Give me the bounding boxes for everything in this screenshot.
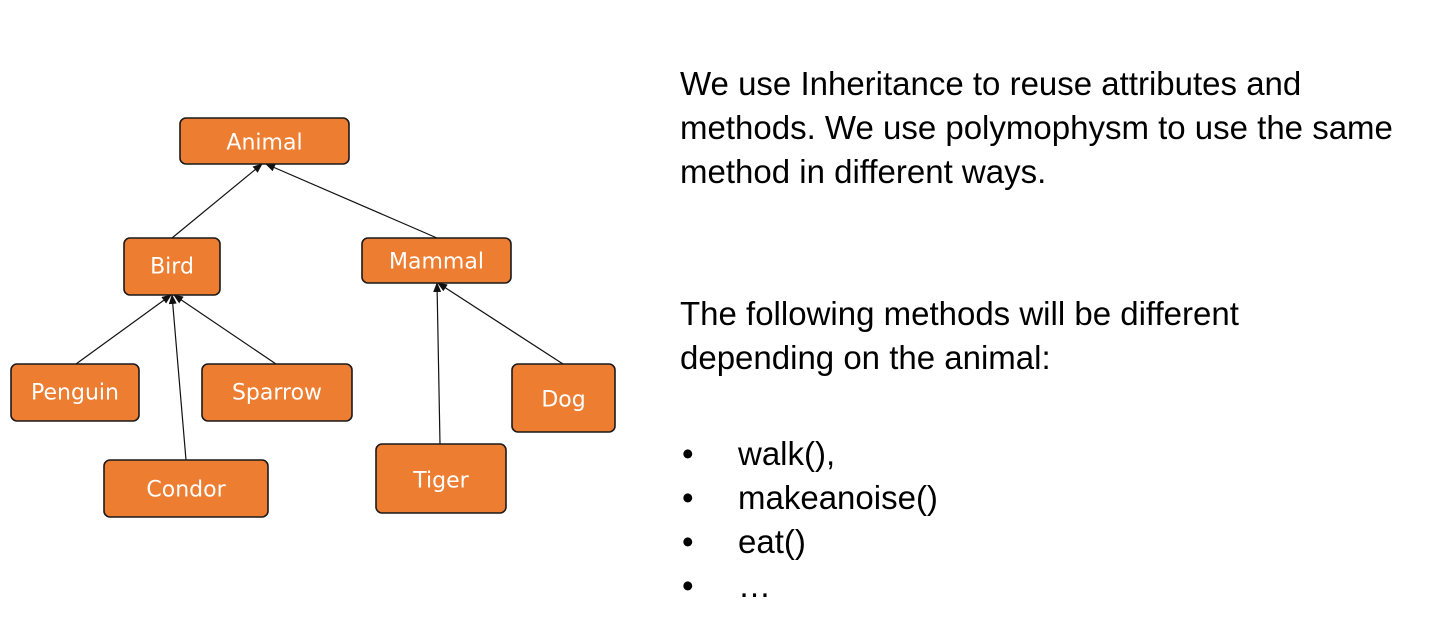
bullet-icon: • (682, 523, 694, 560)
node-bird: Bird (123, 237, 221, 296)
inheritance-paragraph: We use Inheritance to reuse attributes a… (680, 65, 1393, 190)
node-condor: Condor (103, 459, 269, 518)
node-tiger: Tiger (375, 443, 507, 514)
node-penguin-label: Penguin (31, 381, 119, 406)
edge-dog-to-mammal (437, 282, 564, 365)
node-animal: Animal (179, 117, 350, 165)
method-eat: eat() (738, 523, 806, 560)
node-mammal: Mammal (361, 237, 512, 284)
node-dog-label: Dog (541, 388, 585, 413)
edge-bird-to-animal (171, 163, 263, 239)
edge-penguin-to-bird (75, 294, 172, 365)
edge-mammal-to-animal (265, 163, 438, 239)
node-tiger-label: Tiger (412, 469, 469, 494)
edge-sparrow-to-bird (173, 294, 277, 365)
list-item: • … (680, 564, 938, 608)
node-condor-label: Condor (146, 478, 226, 503)
node-mammal-label: Mammal (389, 250, 484, 275)
explanation-panel: We use Inheritance to reuse attributes a… (680, 62, 1420, 604)
bullet-icon: • (682, 567, 694, 604)
node-sparrow: Sparrow (201, 363, 353, 422)
node-penguin: Penguin (10, 363, 140, 422)
methods-list: • walk(), • makeanoise() • eat() • … (680, 432, 938, 608)
edge-condor-to-bird (168, 294, 187, 461)
bullet-icon: • (682, 479, 694, 516)
method-makeanoise: makeanoise() (738, 479, 938, 516)
list-item: • eat() (680, 520, 938, 564)
node-dog: Dog (511, 363, 616, 433)
list-item: • walk(), (680, 432, 938, 476)
methods-intro-paragraph: The following methods will be different … (680, 295, 1239, 376)
method-walk: walk(), (738, 435, 836, 472)
list-item: • makeanoise() (680, 476, 938, 520)
edge-tiger-to-mammal (433, 282, 442, 445)
bullet-icon: • (682, 435, 694, 472)
node-bird-label: Bird (150, 255, 194, 280)
node-animal-label: Animal (226, 131, 302, 156)
method-ellipsis: … (738, 567, 771, 604)
class-hierarchy-diagram: Animal Bird Mammal Penguin Sparrow Dog T… (10, 117, 616, 518)
node-sparrow-label: Sparrow (232, 381, 322, 406)
